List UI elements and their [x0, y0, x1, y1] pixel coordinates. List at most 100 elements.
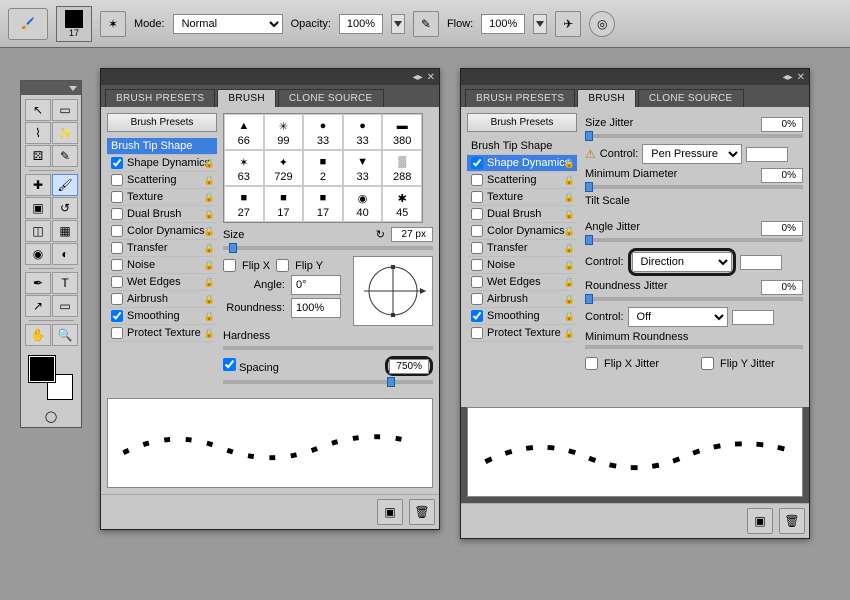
- brush-thumbnails[interactable]: ▲66✳99●33●33▬380✶63✦729■2▼33▒288■27■17■1…: [223, 113, 423, 223]
- round-control-select[interactable]: Off: [628, 307, 728, 327]
- brush-thumb[interactable]: ✳99: [264, 114, 304, 150]
- opacity-pressure-icon[interactable]: ✎: [413, 11, 439, 37]
- brush-option-checkbox[interactable]: [111, 242, 123, 254]
- wand-tool[interactable]: ✨: [52, 122, 78, 144]
- brush-option-transfer[interactable]: Transfer🔒: [467, 240, 577, 257]
- brush-option-smoothing[interactable]: Smoothing🔒: [467, 308, 577, 325]
- pen-tool[interactable]: ✒: [25, 272, 51, 294]
- trash-icon[interactable]: 🗑: [409, 499, 435, 525]
- brush-option-scattering[interactable]: Scattering🔒: [467, 172, 577, 189]
- lock-icon[interactable]: 🔒: [564, 192, 575, 203]
- brush-thumb[interactable]: ■2: [303, 150, 343, 186]
- crop-tool[interactable]: ⚄: [25, 145, 51, 167]
- lock-icon[interactable]: 🔒: [204, 175, 215, 186]
- brush-option-wet-edges[interactable]: Wet Edges🔒: [107, 274, 217, 291]
- lock-icon[interactable]: 🔒: [564, 328, 575, 339]
- brush-option-noise[interactable]: Noise🔒: [467, 257, 577, 274]
- gradient-tool[interactable]: ▦: [52, 220, 78, 242]
- brush-option-protect-texture[interactable]: Protect Texture🔒: [107, 325, 217, 342]
- brush-option-checkbox[interactable]: [471, 327, 483, 339]
- brush-thumb[interactable]: ●33: [343, 114, 383, 150]
- lock-icon[interactable]: 🔒: [204, 294, 215, 305]
- move-tool[interactable]: ↖: [25, 99, 51, 121]
- lock-icon[interactable]: 🔒: [564, 175, 575, 186]
- brush-tool[interactable]: 🖌: [52, 174, 78, 196]
- brush-thumb[interactable]: ■17: [264, 186, 304, 222]
- lock-icon[interactable]: 🔒: [204, 311, 215, 322]
- lock-icon[interactable]: 🔒: [564, 158, 575, 169]
- dodge-tool[interactable]: ◐: [52, 243, 78, 265]
- brush-option-shape-dynamics[interactable]: Shape Dynamics🔒: [467, 155, 577, 172]
- brush-option-checkbox[interactable]: [111, 259, 123, 271]
- flipx-checkbox[interactable]: [223, 259, 236, 272]
- hand-tool[interactable]: ✋: [25, 324, 51, 346]
- brush-option-checkbox[interactable]: [111, 157, 123, 169]
- brush-option-checkbox[interactable]: [471, 174, 483, 186]
- spacing-checkbox[interactable]: [223, 358, 236, 371]
- path-tool[interactable]: ↗: [25, 295, 51, 317]
- brush-option-checkbox[interactable]: [471, 191, 483, 203]
- lock-icon[interactable]: 🔒: [204, 243, 215, 254]
- brush-option-checkbox[interactable]: [471, 259, 483, 271]
- angle-control-select[interactable]: Direction: [632, 252, 732, 272]
- brush-option-checkbox[interactable]: [471, 157, 483, 169]
- shape-tool[interactable]: ▭: [52, 295, 78, 317]
- brush-thumb[interactable]: ◉40: [343, 186, 383, 222]
- mode-select[interactable]: Normal: [173, 14, 283, 34]
- brush-option-shape-dynamics[interactable]: Shape Dynamics🔒: [107, 155, 217, 172]
- brush-option-checkbox[interactable]: [111, 327, 123, 339]
- brush-option-checkbox[interactable]: [111, 293, 123, 305]
- brush-option-checkbox[interactable]: [471, 310, 483, 322]
- round-jitter-value[interactable]: 0%: [761, 280, 803, 295]
- eyedropper-tool[interactable]: ✎: [52, 145, 78, 167]
- marquee-tool[interactable]: ▭: [52, 99, 78, 121]
- brush-thumb[interactable]: ✱45: [382, 186, 422, 222]
- brush-option-checkbox[interactable]: [111, 310, 123, 322]
- brush-option-color-dynamics[interactable]: Color Dynamics🔒: [107, 223, 217, 240]
- opacity-flyout-icon[interactable]: [391, 14, 405, 34]
- blur-tool[interactable]: ◉: [25, 243, 51, 265]
- brush-presets-button[interactable]: Brush Presets: [107, 113, 217, 132]
- lock-icon[interactable]: 🔒: [204, 328, 215, 339]
- brush-presets-button[interactable]: Brush Presets: [467, 113, 577, 132]
- brush-option-checkbox[interactable]: [471, 276, 483, 288]
- color-swatches[interactable]: [29, 356, 73, 400]
- tab-brush[interactable]: BRUSH: [577, 89, 636, 107]
- new-brush-icon[interactable]: ▣: [377, 499, 403, 525]
- brush-thumb[interactable]: ■27: [224, 186, 264, 222]
- flow-input[interactable]: [481, 14, 525, 34]
- brush-option-noise[interactable]: Noise🔒: [107, 257, 217, 274]
- min-diam-slider[interactable]: [585, 185, 803, 189]
- brush-thumb[interactable]: ■17: [303, 186, 343, 222]
- size-pressure-icon[interactable]: ◎: [589, 11, 615, 37]
- quickmask-icon[interactable]: ◯: [45, 411, 57, 423]
- new-brush-icon[interactable]: ▣: [747, 508, 773, 534]
- lasso-tool[interactable]: ⌇: [25, 122, 51, 144]
- brush-option-checkbox[interactable]: [111, 208, 123, 220]
- brush-option-airbrush[interactable]: Airbrush🔒: [467, 291, 577, 308]
- angle-input[interactable]: [291, 275, 341, 295]
- brush-option-checkbox[interactable]: [471, 293, 483, 305]
- eraser-tool[interactable]: ◫: [25, 220, 51, 242]
- brush-option-dual-brush[interactable]: Dual Brush🔒: [107, 206, 217, 223]
- lock-icon[interactable]: 🔒: [564, 260, 575, 271]
- brush-option-checkbox[interactable]: [111, 225, 123, 237]
- stamp-tool[interactable]: ▣: [25, 197, 51, 219]
- tablet-toggle-icon[interactable]: ✶: [100, 11, 126, 37]
- angle-jitter-slider[interactable]: [585, 238, 803, 242]
- size-slider[interactable]: [223, 246, 433, 250]
- brush-option-checkbox[interactable]: [111, 191, 123, 203]
- opacity-input[interactable]: [339, 14, 383, 34]
- lock-icon[interactable]: 🔒: [204, 158, 215, 169]
- tab-clone[interactable]: CLONE SOURCE: [278, 89, 384, 107]
- brush-thumb[interactable]: ▒288: [382, 150, 422, 186]
- lock-icon[interactable]: 🔒: [204, 277, 215, 288]
- type-tool[interactable]: T: [52, 272, 78, 294]
- min-diam-value[interactable]: 0%: [761, 168, 803, 183]
- brush-option-airbrush[interactable]: Airbrush🔒: [107, 291, 217, 308]
- angle-widget[interactable]: [353, 256, 433, 326]
- brush-thumb[interactable]: ▲66: [224, 114, 264, 150]
- brush-option-checkbox[interactable]: [111, 276, 123, 288]
- history-brush-tool[interactable]: ↺: [52, 197, 78, 219]
- tab-brush[interactable]: BRUSH: [217, 89, 276, 107]
